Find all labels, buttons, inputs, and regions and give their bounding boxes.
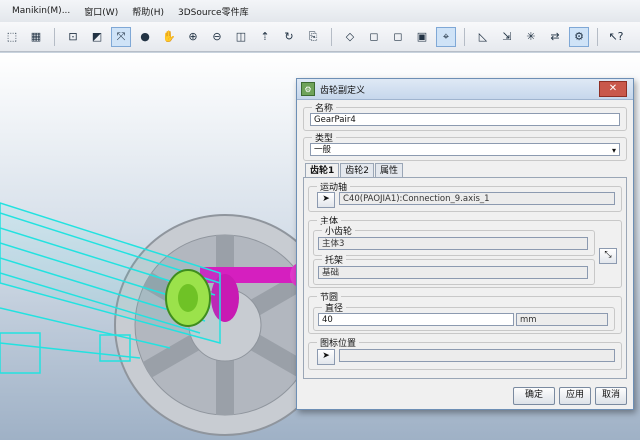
ok-button[interactable]: 确定 xyxy=(513,387,555,405)
zoom-in-icon[interactable]: ⊕ xyxy=(183,27,203,47)
menu-bar: Manikin(M)... 窗口(W) 帮助(H) 3DSource零件库 xyxy=(0,0,640,23)
select-icon[interactable]: ⬚ xyxy=(2,27,22,47)
back-view-icon[interactable]: ◻ xyxy=(388,27,408,47)
normal-view-icon[interactable]: ◫ xyxy=(231,27,251,47)
body-group: 主体 小齿轮 主体3 托架 基础 ⤡ xyxy=(308,214,622,288)
menu-manikin[interactable]: Manikin(M)... xyxy=(10,6,72,16)
name-input[interactable]: GearPair4 xyxy=(310,113,620,126)
menu-3dsource[interactable]: 3DSource零件库 xyxy=(176,5,251,18)
measure-icon[interactable]: ⇲ xyxy=(497,27,517,47)
cursor-arrow-icon: ➤ xyxy=(322,351,330,361)
chevron-down-icon: ▾ xyxy=(611,146,616,155)
small-gear-label: 小齿轮 xyxy=(322,224,356,237)
cancel-button[interactable]: 取消 xyxy=(595,387,627,405)
zoom-out-icon[interactable]: ⊖ xyxy=(207,27,227,47)
menu-window[interactable]: 窗口(W) xyxy=(82,5,120,18)
carrier-field[interactable]: 基础 xyxy=(318,266,588,279)
type-group: 类型 一般 ▾ xyxy=(303,131,627,161)
icon-position-pick-button[interactable]: ➤ xyxy=(317,349,335,365)
mechanism-icon[interactable]: ⚙ xyxy=(569,26,589,47)
name-group: 名称 GearPair4 xyxy=(303,101,627,131)
swap-bodies-button[interactable]: ⤡ xyxy=(599,248,617,264)
fit-all-icon[interactable]: ▦ xyxy=(26,27,46,47)
gear-tabs: 齿轮1 齿轮2 属性 xyxy=(305,163,404,178)
turn-icon[interactable]: ↻ xyxy=(279,27,299,47)
motion-axis-pick-button[interactable]: ➤ xyxy=(317,192,335,208)
edges-icon[interactable]: ◺ xyxy=(473,27,493,47)
hide-icon[interactable]: ✳ xyxy=(521,27,541,47)
cursor-arrow-icon: ➤ xyxy=(322,194,330,204)
compass-icon[interactable]: ⌖ xyxy=(436,26,456,47)
dialog-titlebar[interactable]: ⚙ 齿轮副定义 xyxy=(297,79,633,100)
motion-axis-group: 运动轴 ➤ C40(PAOJIA1):Connection_9.axis_1 xyxy=(308,180,622,212)
view-icon[interactable]: ⎘ xyxy=(303,27,323,47)
tab-panel: 运动轴 ➤ C40(PAOJIA1):Connection_9.axis_1 主… xyxy=(303,177,627,379)
swap-icon[interactable]: ⇄ xyxy=(545,27,565,47)
diameter-group: 直径 40 mm xyxy=(313,301,615,331)
toolbar-divider xyxy=(54,27,55,46)
iso-view-icon[interactable]: ◇ xyxy=(340,27,360,47)
icon-position-label: 图标位置 xyxy=(317,336,360,349)
tab-properties[interactable]: 属性 xyxy=(375,163,404,178)
toolbar-divider xyxy=(597,27,598,46)
front-view-icon[interactable]: ◻ xyxy=(364,27,384,47)
shading-icon[interactable]: ▣ xyxy=(412,27,432,47)
type-select[interactable]: 一般 ▾ xyxy=(310,143,620,156)
pinion-gear[interactable] xyxy=(165,269,211,327)
type-select-value: 一般 xyxy=(314,145,332,155)
icon-position-group: 图标位置 ➤ xyxy=(308,336,622,370)
diameter-input[interactable]: 40 xyxy=(318,313,514,326)
tab-gear2[interactable]: 齿轮2 xyxy=(340,163,374,178)
motion-axis-field[interactable]: C40(PAOJIA1):Connection_9.axis_1 xyxy=(339,192,615,205)
render-icon[interactable]: ● xyxy=(135,27,155,47)
toolbar-divider xyxy=(464,27,465,46)
gear-pair-dialog: ⚙ 齿轮副定义 ✕ 名称 GearPair4 类型 一般 ▾ 齿轮1 齿轮2 属… xyxy=(296,78,634,410)
tab-gear1[interactable]: 齿轮1 xyxy=(305,163,340,178)
carrier-group: 托架 基础 xyxy=(313,253,595,285)
icon-position-field[interactable] xyxy=(339,349,615,362)
hand-icon[interactable]: ✋ xyxy=(159,27,179,47)
rotate-icon[interactable]: ◩ xyxy=(87,27,107,47)
gear-pair-icon: ⚙ xyxy=(301,82,315,96)
swap-icon: ⤡ xyxy=(604,250,612,260)
pitch-circle-group: 节圆 直径 40 mm xyxy=(308,290,622,334)
close-button[interactable]: ✕ xyxy=(599,81,627,97)
zoom-area-icon[interactable]: ⊡ xyxy=(63,27,83,47)
help-icon[interactable]: ↖? xyxy=(606,27,626,47)
carrier-label: 托架 xyxy=(322,253,347,266)
small-gear-group: 小齿轮 主体3 xyxy=(313,224,595,256)
small-gear-field[interactable]: 主体3 xyxy=(318,237,588,250)
apply-button[interactable]: 应用 xyxy=(559,387,591,405)
toolbar-divider xyxy=(331,27,332,46)
fly-icon[interactable]: ⇡ xyxy=(255,27,275,47)
dialog-title: 齿轮副定义 xyxy=(320,85,366,96)
main-toolbar: ⬚ ▦ ⊡ ◩ ⤧ ● ✋ ⊕ ⊖ ◫ ⇡ ↻ ⎘ ◇ ◻ ◻ ▣ ⌖ ◺ ⇲ … xyxy=(0,22,640,52)
menu-help[interactable]: 帮助(H) xyxy=(130,5,166,18)
pan-icon[interactable]: ⤧ xyxy=(111,26,131,47)
diameter-unit[interactable]: mm xyxy=(516,313,608,326)
